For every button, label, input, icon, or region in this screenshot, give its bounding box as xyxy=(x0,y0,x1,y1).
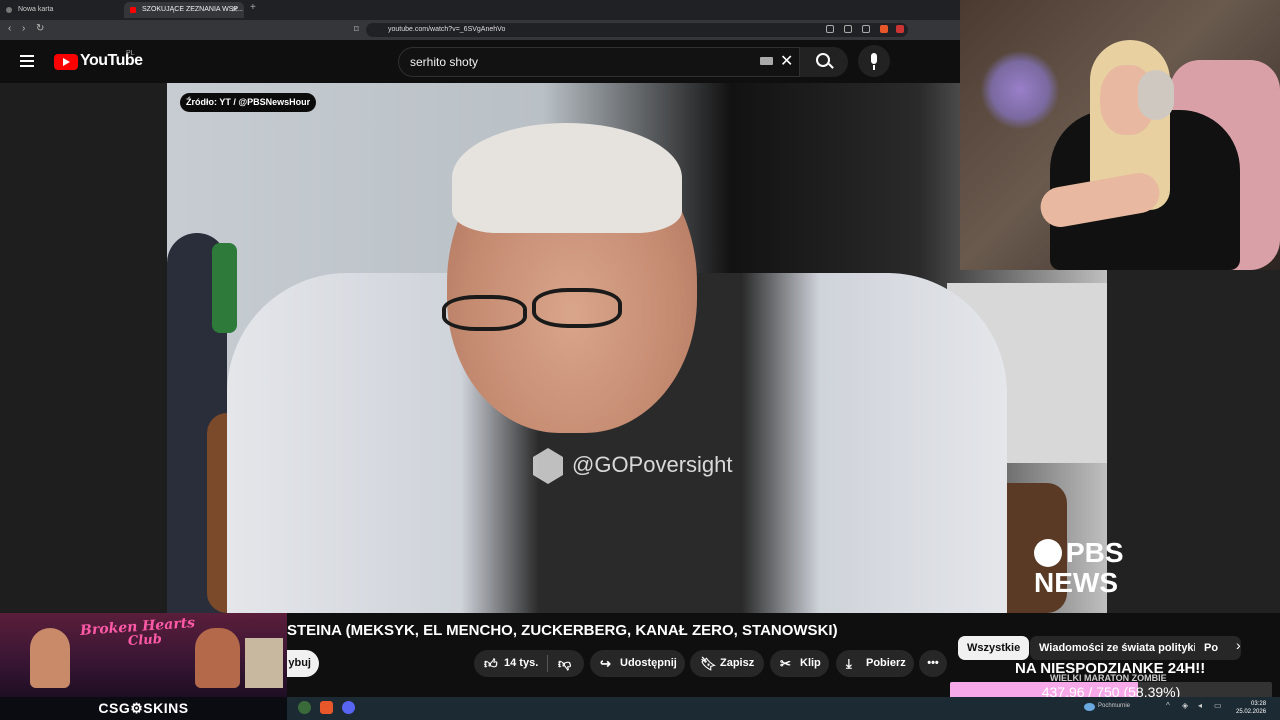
share-icon: ↪ xyxy=(600,656,611,671)
video-watermark: @GOPoversight xyxy=(572,452,733,477)
fridge xyxy=(245,638,283,688)
tray-chevron-icon[interactable]: ^ xyxy=(1166,701,1170,710)
tab-label: Nowa karta xyxy=(18,6,54,13)
save-button[interactable]: 🔖︎ Zapisz xyxy=(690,650,764,677)
man-white-hair xyxy=(452,123,682,233)
stream-overlay-text: NA NIESPODZIANKE 24H!! xyxy=(1015,660,1206,677)
download-icon: ⤓ xyxy=(846,656,852,671)
tab-label: SZOKUJĄCE ZEZNANIA WSP... xyxy=(142,6,244,13)
character-left xyxy=(30,628,70,688)
youtube-favicon-icon xyxy=(130,7,136,13)
youtube-logo-icon[interactable] xyxy=(54,54,78,70)
news-text: NEWS xyxy=(1034,567,1118,598)
more-actions-button[interactable]: ••• xyxy=(919,650,947,677)
left-dark-panel xyxy=(0,83,167,613)
flower-bouquet xyxy=(980,50,1060,130)
voice-search-icon[interactable] xyxy=(858,45,890,77)
tab-new-tab[interactable]: Nowa karta xyxy=(0,2,120,18)
brave-browser-icon[interactable] xyxy=(320,701,333,714)
search-input-value[interactable]: serhito shoty xyxy=(410,55,478,69)
menu-icon[interactable] xyxy=(20,55,34,70)
brave-shield-icon[interactable] xyxy=(880,25,888,33)
os-taskbar xyxy=(287,697,1280,720)
download-button[interactable]: ⤓ Pobierz xyxy=(836,650,914,677)
clip-button[interactable]: ✂ Klip xyxy=(770,650,829,677)
address-bar-row: ‹ › ↻ ⌑ youtube.com/watch?v=_6SVgAnehVo xyxy=(0,20,960,40)
glasses-left xyxy=(442,295,527,331)
source-badge: Źródło: YT / @PBSNewsHour xyxy=(180,93,317,112)
chip-politics-news[interactable]: Wiadomości ze świata polityki xyxy=(1030,636,1206,660)
chip-partial[interactable]: Po xyxy=(1195,636,1241,660)
app-icon[interactable] xyxy=(298,701,311,714)
back-icon[interactable]: ‹ xyxy=(8,23,11,34)
globe-icon xyxy=(6,7,12,13)
clear-search-icon[interactable]: ✕ xyxy=(780,51,793,71)
character-right xyxy=(195,628,240,688)
share-label: Udostępnij xyxy=(620,657,677,669)
new-tab-button[interactable]: + xyxy=(250,2,256,13)
video-title: STEINA (MEKSYK, EL MENCHO, ZUCKERBERG, K… xyxy=(287,622,838,639)
weather-icon[interactable] xyxy=(1084,703,1095,711)
like-count[interactable]: 14 tys. xyxy=(504,650,538,677)
right-dark-panel xyxy=(1107,270,1280,613)
network-icon[interactable]: ◈ xyxy=(1182,701,1188,710)
like-dislike-group: 👍︎ 14 tys. 👎︎ xyxy=(474,650,584,677)
game-title-line2: Club xyxy=(127,631,163,650)
thumbs-down-icon[interactable]: 👎︎ xyxy=(558,650,571,677)
rewards-icon[interactable] xyxy=(896,25,904,33)
bookmark-save-icon: 🔖︎ xyxy=(700,656,717,671)
scissors-icon: ✂ xyxy=(780,656,791,671)
reload-icon[interactable]: ↻ xyxy=(36,23,44,34)
tab-youtube-video[interactable]: SZOKUJĄCE ZEZNANIA WSP... ✕ xyxy=(124,2,244,18)
taskbar-clock[interactable]: 03:28 25.02.2026 xyxy=(1236,700,1266,716)
subscribe-button[interactable]: ybuj xyxy=(287,650,319,677)
zoom-icon[interactable] xyxy=(826,25,834,33)
green-bottle xyxy=(212,243,237,333)
save-label: Zapisz xyxy=(720,657,755,669)
chip-all[interactable]: Wszystkie xyxy=(958,636,1030,660)
chevron-right-icon[interactable]: › xyxy=(1236,637,1241,653)
close-tab-icon[interactable]: ✕ xyxy=(231,2,238,18)
forward-icon[interactable]: › xyxy=(22,23,25,34)
volume-icon[interactable]: ◂ xyxy=(1198,701,1202,710)
clock-time: 03:28 xyxy=(1251,701,1267,707)
cast-icon[interactable] xyxy=(844,25,852,33)
weather-label: Pochmurnie xyxy=(1098,703,1131,709)
glasses-right xyxy=(532,288,622,328)
download-label: Pobierz xyxy=(866,657,906,669)
share-button[interactable]: ↪ Udostępnij xyxy=(590,650,685,677)
country-code: PL xyxy=(126,50,135,57)
search-icon[interactable] xyxy=(816,53,830,67)
bookmark-icon[interactable]: ⌑ xyxy=(354,24,359,35)
pbs-text: PBS xyxy=(1066,537,1124,568)
browser-tab-bar: Nowa karta SZOKUJĄCE ZEZNANIA WSP... ✕ + xyxy=(0,0,960,20)
battery-icon[interactable]: ▭ xyxy=(1214,701,1222,710)
share-page-icon[interactable] xyxy=(862,25,870,33)
clock-date: 25.02.2026 xyxy=(1236,709,1267,715)
streamer-webcam xyxy=(960,0,1280,270)
discord-icon[interactable] xyxy=(342,701,355,714)
headphones xyxy=(1138,70,1174,120)
clip-label: Klip xyxy=(800,657,821,669)
sponsor-logo: CSG⚙SKINS xyxy=(0,697,287,720)
pbs-news-logo: PBS NEWS xyxy=(1034,538,1124,598)
thumbs-up-icon[interactable]: 👍︎ xyxy=(484,650,498,677)
keyboard-icon[interactable] xyxy=(760,57,773,65)
